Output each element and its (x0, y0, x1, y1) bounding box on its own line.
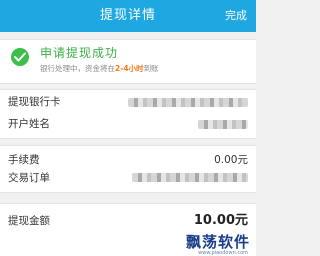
account-name-label: 开户姓名 (8, 118, 50, 130)
amount-group: 提现金额 10.00元 飘荡软件 www.piaodown.com (0, 203, 256, 256)
check-circle-icon (11, 48, 29, 66)
bank-card-label: 提现银行卡 (8, 96, 61, 108)
fee-info-group: 手续费 0.00元 交易订单 (0, 145, 256, 193)
bank-info-group: 提现银行卡 开户姓名 (0, 89, 256, 139)
account-name-row: 开户姓名 (0, 114, 256, 138)
arrival-time-highlight: 2-4小时 (115, 64, 144, 73)
done-button[interactable]: 完成 (225, 0, 247, 32)
success-subtitle: 银行处理中，资金将在2-4小时到账 (40, 63, 159, 74)
success-card: 申请提现成功 银行处理中，资金将在2-4小时到账 (0, 39, 256, 84)
bank-card-value-redacted (128, 98, 248, 107)
order-value-redacted (132, 173, 248, 182)
bank-card-row: 提现银行卡 (0, 90, 256, 114)
account-name-value-redacted (198, 120, 248, 129)
order-row: 交易订单 (0, 168, 256, 192)
fee-row: 手续费 0.00元 (0, 146, 256, 168)
nav-bar: 提现详情 完成 (0, 0, 256, 32)
success-title: 申请提现成功 (40, 46, 119, 60)
page-title: 提现详情 (99, 8, 156, 23)
watermark-url: www.piaodown.com (198, 250, 248, 256)
success-sub-suffix: 到账 (143, 64, 159, 73)
fee-value: 0.00元 (214, 154, 248, 166)
amount-value: 10.00元 (193, 213, 248, 228)
amount-label: 提现金额 (8, 215, 50, 227)
watermark-logo: 飘荡软件 (185, 233, 250, 251)
fee-label: 手续费 (8, 154, 40, 166)
order-label: 交易订单 (8, 172, 50, 184)
success-sub-prefix: 银行处理中，资金将在 (40, 64, 115, 73)
